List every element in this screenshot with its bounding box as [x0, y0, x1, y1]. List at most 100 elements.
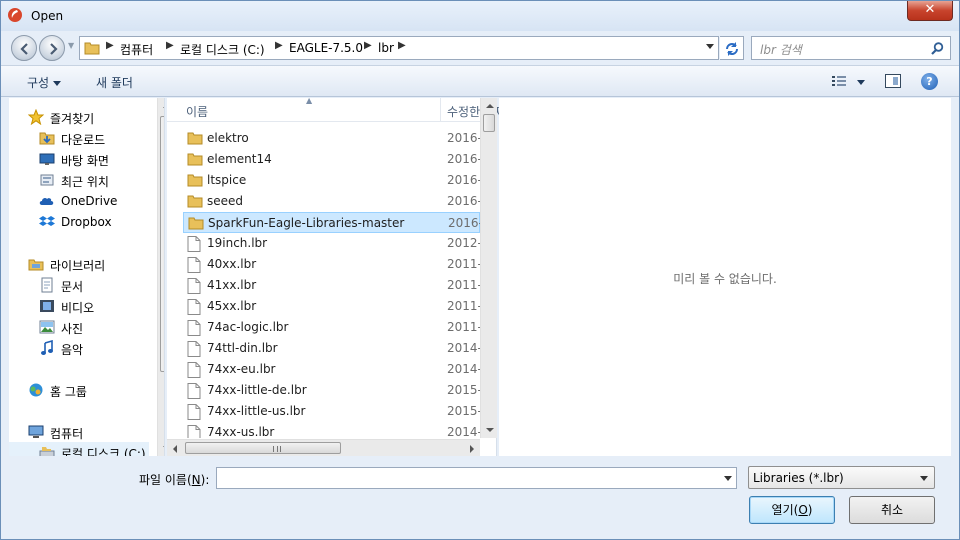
breadcrumb-separator-icon[interactable]: ▶ — [364, 40, 372, 51]
search-placeholder[interactable]: lbr 검색 — [760, 41, 802, 58]
column-date-header[interactable]: 수정한 날짜 — [447, 103, 506, 120]
open-label-suffix: ) — [807, 503, 813, 517]
file-list-horizontal-scrollbar[interactable] — [167, 439, 480, 456]
filename-history-dropdown-icon[interactable] — [724, 476, 732, 481]
column-name-header[interactable]: 이름 — [186, 103, 208, 120]
nav-downloads[interactable]: 다운로드 — [9, 128, 149, 148]
folder-row[interactable]: ltspice 2016- — [183, 170, 480, 191]
refresh-button[interactable] — [720, 36, 744, 60]
file-row[interactable]: 45xx.lbr 2011- — [183, 296, 480, 317]
close-button[interactable]: ✕ — [907, 1, 953, 21]
scroll-up-icon[interactable] — [163, 104, 164, 108]
cancel-button[interactable]: 취소 — [849, 496, 935, 524]
downloads-folder-icon — [39, 132, 55, 145]
file-row[interactable]: 40xx.lbr 2011- — [183, 254, 480, 275]
organize-button[interactable]: 구성 — [27, 74, 62, 91]
breadcrumb-separator-icon[interactable]: ▶ — [275, 40, 283, 51]
filename-input[interactable] — [216, 467, 737, 489]
nav-desktop[interactable]: 바탕 화면 — [9, 149, 149, 169]
breadcrumb-eagle[interactable]: EAGLE-7.5.0 — [289, 41, 363, 55]
file-row[interactable]: 41xx.lbr 2011- — [183, 275, 480, 296]
forward-button[interactable] — [39, 35, 65, 61]
file-icon — [187, 320, 201, 339]
nav-local-disk[interactable]: 로컬 디스크 (C:) — [9, 442, 149, 456]
file-row[interactable]: 19inch.lbr 2012- — [183, 233, 480, 254]
folder-row[interactable]: seeed 2016- — [183, 191, 480, 212]
nav-music[interactable]: 음악 — [9, 338, 149, 358]
file-row[interactable]: 74xx-us.lbr 2014- — [183, 422, 480, 438]
nav-computer-label: 컴퓨터 — [50, 427, 84, 441]
file-modified-date: 2011- — [447, 299, 480, 313]
scroll-right-icon[interactable] — [470, 445, 474, 453]
help-icon[interactable]: ? — [921, 73, 938, 90]
file-type-filter-select[interactable]: Libraries (*.lbr) — [748, 466, 935, 489]
file-icon — [187, 404, 201, 423]
nav-pictures[interactable]: 사진 — [9, 317, 149, 337]
nav-dropbox[interactable]: Dropbox — [9, 212, 149, 232]
nav-videos[interactable]: 비디오 — [9, 296, 149, 316]
preview-pane-toggle-icon[interactable] — [885, 74, 901, 88]
column-divider[interactable] — [440, 98, 441, 122]
file-icon — [187, 236, 201, 255]
address-bar[interactable]: ▶ 컴퓨터 ▶ 로컬 디스크 (C:) ▶ EAGLE-7.5.0 ▶ lbr … — [79, 36, 719, 60]
videos-icon — [40, 300, 54, 312]
file-modified-date: 2011- — [447, 320, 480, 334]
folder-row[interactable]: SparkFun-Eagle-Libraries-master 2016- — [183, 212, 480, 233]
nav-favorites[interactable]: 즐겨찾기 — [9, 107, 149, 127]
file-row[interactable]: 74xx-eu.lbr 2014- — [183, 359, 480, 380]
file-row[interactable]: 74ac-logic.lbr 2011- — [183, 317, 480, 338]
nav-libraries-label: 라이브러리 — [50, 259, 106, 273]
file-modified-date: 2016- — [447, 152, 480, 166]
column-header: ▲ 이름 수정한 날짜 — [167, 96, 506, 122]
open-button[interactable]: 열기(O) — [749, 496, 835, 524]
scroll-down-icon[interactable] — [163, 446, 164, 450]
breadcrumb-local-disk[interactable]: 로컬 디스크 (C:) — [180, 41, 265, 58]
file-type-filter-value: Libraries (*.lbr) — [753, 471, 844, 485]
file-name: ltspice — [207, 173, 247, 187]
file-list-scroll-thumb[interactable] — [483, 114, 495, 132]
nav-documents[interactable]: 문서 — [9, 275, 149, 295]
nav-recent-places[interactable]: 최근 위치 — [9, 170, 149, 190]
search-icon[interactable] — [931, 42, 944, 55]
search-box[interactable]: lbr 검색 — [751, 36, 951, 60]
filename-label-prefix: 파일 이름( — [139, 473, 192, 487]
file-icon — [187, 383, 201, 402]
file-name: element14 — [207, 152, 272, 166]
nav-scrollbar[interactable] — [157, 98, 164, 456]
file-row[interactable]: 74xx-little-de.lbr 2015- — [183, 380, 480, 401]
eagle-app-icon — [8, 8, 22, 22]
nav-homegroup[interactable]: 홈 그룹 — [9, 380, 149, 400]
filename-label-suffix: ): — [200, 473, 210, 487]
file-list-vertical-scrollbar[interactable] — [480, 98, 497, 438]
nav-onedrive[interactable]: OneDrive — [9, 191, 149, 211]
preview-pane: 미리 볼 수 없습니다. — [499, 98, 951, 456]
folder-icon — [187, 173, 203, 190]
address-dropdown-icon[interactable] — [706, 44, 714, 49]
nav-libraries[interactable]: 라이브러리 — [9, 254, 149, 274]
recent-pages-chevron-icon[interactable]: ▼ — [68, 41, 74, 50]
scroll-down-icon[interactable] — [486, 428, 494, 432]
forward-arrow-icon — [50, 43, 58, 55]
view-options-icon[interactable] — [831, 74, 847, 88]
breadcrumb-separator-icon[interactable]: ▶ — [398, 40, 406, 51]
file-name: 74xx-us.lbr — [207, 425, 275, 438]
folder-row[interactable]: element14 2016- — [183, 149, 480, 170]
scroll-up-icon[interactable] — [486, 104, 494, 108]
breadcrumb-separator-icon[interactable]: ▶ — [106, 40, 114, 51]
horizontal-scroll-thumb[interactable] — [185, 442, 341, 454]
nav-pictures-label: 사진 — [61, 322, 84, 336]
file-row[interactable]: 74xx-little-us.lbr 2015- — [183, 401, 480, 422]
back-button[interactable] — [11, 35, 37, 61]
file-modified-date: 2016- — [448, 216, 480, 230]
breadcrumb-computer[interactable]: 컴퓨터 — [120, 41, 153, 58]
scroll-left-icon[interactable] — [173, 445, 177, 453]
nav-scroll-thumb[interactable] — [160, 116, 164, 372]
dialog-footer: 파일 이름(N): Libraries (*.lbr) 열기(O) 취소 — [1, 457, 959, 539]
breadcrumb-separator-icon[interactable]: ▶ — [166, 40, 174, 51]
file-row[interactable]: 74ttl-din.lbr 2014- — [183, 338, 480, 359]
new-folder-button[interactable]: 새 폴더 — [96, 74, 133, 91]
view-dropdown-icon[interactable] — [857, 80, 865, 85]
breadcrumb-lbr[interactable]: lbr — [378, 41, 394, 55]
nav-computer[interactable]: 컴퓨터 — [9, 422, 149, 442]
folder-row[interactable]: elektro 2016- — [183, 128, 480, 149]
